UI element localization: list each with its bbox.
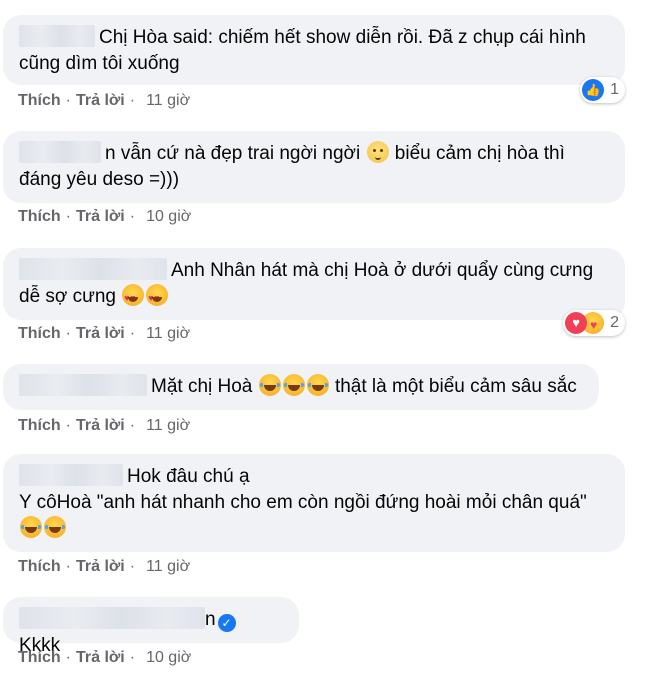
author-name-suffix[interactable]: n [205,609,216,630]
author-name-blurred[interactable] [19,25,95,47]
reaction-count: 1 [610,81,619,98]
separator: · [65,208,71,225]
author-name-blurred[interactable] [19,374,147,396]
like-link[interactable]: Thích [18,208,61,225]
comment-bubble: n vẫn cứ nà đẹp trai ngời ngời biểu cảm … [3,131,625,203]
comment-text: Anh Nhân hát mà chị Hoà ở dưới quẩy cùng… [171,260,594,281]
separator: · [65,417,71,434]
reply-link[interactable]: Trả lời [76,417,125,434]
comment-actions: Thích · Trả lời · 10 giờ [18,649,191,667]
reaction-summary[interactable]: ♥ 2 [563,310,625,336]
tears-of-joy-emoji-icon [44,516,66,538]
timestamp[interactable]: 11 giờ [146,325,190,342]
author-name-blurred[interactable] [19,141,101,163]
timestamp[interactable]: 10 giờ [146,649,191,666]
like-icon: 👍 [582,79,605,101]
heart-eyes-emoji-icon [146,284,169,311]
separator: · [129,649,136,666]
timestamp[interactable]: 10 giờ [146,208,191,225]
like-link[interactable]: Thích [18,649,61,666]
tears-of-joy-emoji-icon [20,516,42,538]
comment-bubble: Hok đâu chú ạ Y côHoà "anh hát nhanh cho… [3,454,625,552]
comment-text: Chị Hòa said: chiếm hết show diễn rồi. Đ… [99,27,586,48]
comment-text: cũng dìm tôi xuống [19,53,180,74]
separator: · [65,325,71,342]
timestamp[interactable]: 11 giờ [146,558,190,575]
comment-bubble: n ✓ Kkkk [3,597,299,656]
comment-text: Hok đâu chú ạ [127,466,250,487]
like-link[interactable]: Thích [18,417,61,434]
reply-link[interactable]: Trả lời [76,92,125,109]
reaction-summary[interactable]: 👍 1 [580,77,625,103]
comment-actions: Thích · Trả lời · 11 giờ [18,325,190,343]
like-link[interactable]: Thích [18,558,61,575]
tears-of-joy-emoji-icon [306,374,329,396]
separator: · [129,92,136,109]
separator: · [129,558,136,575]
comment-bubble: Anh Nhân hát mà chị Hoà ở dưới quẩy cùng… [3,248,625,320]
comment-text: n vẫn cứ nà đẹp trai ngời ngời [105,143,361,164]
like-link[interactable]: Thích [18,325,61,342]
separator: · [129,208,136,225]
comment-actions: Thích · Trả lời · 11 giờ [18,92,190,110]
author-name-blurred[interactable] [19,258,167,280]
reply-link[interactable]: Trả lời [76,649,125,666]
reaction-count: 2 [610,314,619,331]
comment-actions: Thích · Trả lời · 11 giờ [18,558,190,576]
comment-text: đáng yêu deso =))) [19,169,180,190]
shy-face-emoji-icon [366,141,389,163]
timestamp[interactable]: 11 giờ [146,417,190,434]
separator: · [129,325,136,342]
reply-link[interactable]: Trả lời [76,558,125,575]
tears-of-joy-emoji-icon [282,374,305,396]
author-name-blurred[interactable] [19,464,123,486]
heart-eyes-emoji-icon [122,284,145,311]
reply-link[interactable]: Trả lời [76,208,125,225]
separator: · [65,649,71,666]
separator: · [65,558,71,575]
separator: · [129,417,136,434]
reply-link[interactable]: Trả lời [76,325,125,342]
like-link[interactable]: Thích [18,92,61,109]
timestamp[interactable]: 11 giờ [146,92,190,109]
comment-text: Y côHoà "anh hát nhanh cho em còn ngồi đ… [19,492,587,513]
love-icon: ♥ [565,312,588,334]
comment-bubble: Mặt chị Hoà thật là một biểu cảm sâu sắc [3,364,599,410]
verified-badge-icon: ✓ [217,614,236,632]
comment-actions: Thích · Trả lời · 11 giờ [18,417,190,435]
separator: · [65,92,71,109]
comment-actions: Thích · Trả lời · 10 giờ [18,208,191,226]
author-name-blurred[interactable] [19,607,205,629]
comment-text: dễ sợ cưng [19,286,117,307]
tears-of-joy-emoji-icon [258,374,281,396]
comment-text: thật là một biểu cảm sâu sắc [334,376,577,397]
comment-text: Mặt chị Hoà [151,376,253,397]
comment-text: biểu cảm chị hòa thì [394,143,565,164]
comment-bubble: Chị Hòa said: chiếm hết show diễn rồi. Đ… [3,15,625,85]
